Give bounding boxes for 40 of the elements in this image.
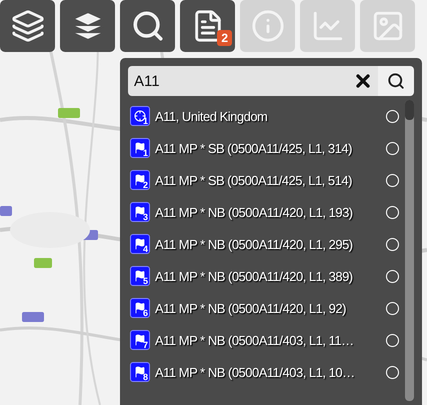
search-field[interactable]: A11 xyxy=(128,66,348,96)
radio-button[interactable] xyxy=(386,334,399,346)
flag-marker-icon: 6 xyxy=(130,298,150,318)
layers-icon xyxy=(10,9,44,43)
toolbar-button[interactable]: 2 xyxy=(180,0,235,52)
flag-marker-icon: 4 xyxy=(130,234,150,254)
radio-button[interactable] xyxy=(386,142,399,154)
radio-button[interactable] xyxy=(386,366,399,378)
radio-button[interactable] xyxy=(386,302,399,314)
result-text[interactable]: A11, United Kingdom xyxy=(155,108,381,124)
result-text[interactable]: A11 MP * SB (0500A11/425, L1, 314) xyxy=(155,140,381,156)
flag-marker-icon: 3 xyxy=(130,202,150,222)
crosshair-marker-icon: 1 xyxy=(130,106,150,126)
radio-button[interactable] xyxy=(386,238,399,250)
flag-marker-icon: 2 xyxy=(130,170,150,190)
info-icon xyxy=(250,9,284,43)
toolbar-button[interactable] xyxy=(120,0,175,52)
result-text[interactable]: A11 MP * NB (0500A11/420, L1, 295) xyxy=(155,236,381,252)
result-text[interactable]: A11 MP * NB (0500A11/420, L1, 193) xyxy=(155,204,381,220)
radio-button[interactable] xyxy=(386,110,399,122)
search-icon xyxy=(387,72,405,90)
clear-button[interactable] xyxy=(348,66,378,96)
result-text[interactable]: A11 MP * NB (0500A11/420, L1, 389) xyxy=(155,268,381,284)
result-text[interactable]: A11 MP * NB (0500A11/403, L1, 10… xyxy=(155,364,381,380)
flag-marker-icon: 7 xyxy=(130,330,150,350)
result-text[interactable]: A11 MP * NB (0500A11/403, L1, 11… xyxy=(155,332,381,348)
flag-marker-icon: 8 xyxy=(130,362,150,382)
radio-button[interactable] xyxy=(386,174,399,186)
toolbar-button[interactable] xyxy=(60,0,115,52)
scrollbar[interactable] xyxy=(405,100,414,401)
radio-button[interactable] xyxy=(386,206,399,218)
search-icon xyxy=(130,9,164,43)
toolbar-button[interactable] xyxy=(0,0,55,52)
result-text[interactable]: A11 MP * NB (0500A11/420, L1, 92) xyxy=(155,300,381,316)
flag-marker-icon: 5 xyxy=(130,266,150,286)
flag-marker-icon: 1 xyxy=(130,138,150,158)
result-text[interactable]: A11 MP * SB (0500A11/425, L1, 514) xyxy=(155,172,381,188)
count-badge: 2 xyxy=(217,30,232,46)
radio-button[interactable] xyxy=(386,270,399,282)
search-button[interactable] xyxy=(378,66,414,96)
